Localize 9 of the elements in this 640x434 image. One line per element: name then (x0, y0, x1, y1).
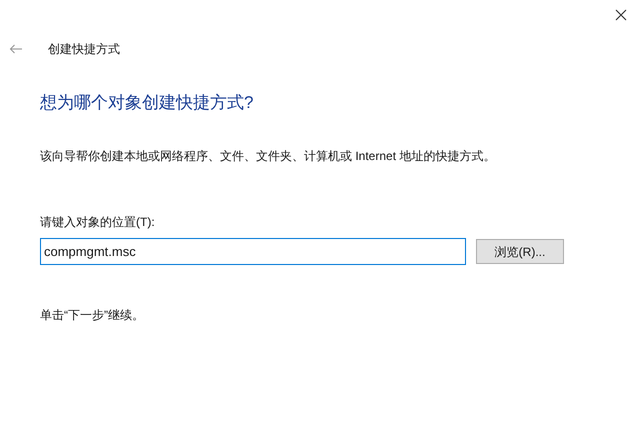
next-step-hint: 单击“下一步”继续。 (40, 308, 144, 322)
close-icon[interactable] (614, 8, 628, 22)
location-input-field[interactable]: compmgmt.msc (40, 238, 466, 265)
browse-button[interactable]: 浏览(R)... (476, 239, 564, 264)
back-arrow-icon[interactable] (9, 44, 23, 54)
wizard-description: 该向导帮你创建本地或网络程序、文件、文件夹、计算机或 Internet 地址的快捷方式。 (40, 149, 496, 163)
location-label: 请键入对象的位置(T): (40, 215, 155, 229)
window-title: 创建快捷方式 (48, 41, 120, 58)
wizard-heading: 想为哪个对象创建快捷方式? (40, 92, 254, 114)
